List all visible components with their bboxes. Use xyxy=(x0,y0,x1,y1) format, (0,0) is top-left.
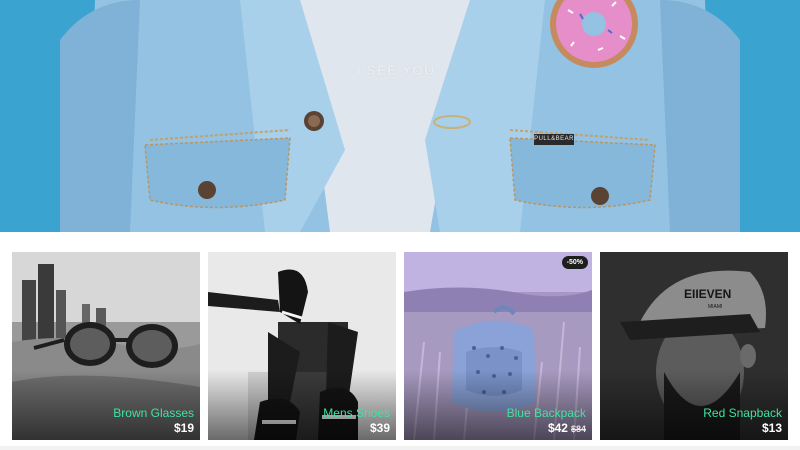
product-price: $19 xyxy=(173,421,194,435)
product-price: $39 xyxy=(369,421,390,435)
product-name[interactable]: Blue Backpack xyxy=(507,406,586,420)
svg-text:EIIEVEN: EIIEVEN xyxy=(684,287,731,301)
product-price-row: $39 xyxy=(370,421,390,435)
product-card-blue-backpack[interactable]: -50% Blue Backpack $42 $84 xyxy=(404,252,592,440)
product-name[interactable]: Mens Shoes xyxy=(323,406,390,420)
product-card-mens-shoes[interactable]: Mens Shoes $39 xyxy=(208,252,396,440)
product-price: $42 xyxy=(547,421,568,435)
product-old-price: $84 xyxy=(570,424,586,434)
product-card-red-snapback[interactable]: EIIEVEN MIAMI Red Snapback $13 xyxy=(600,252,788,440)
product-card-brown-glasses[interactable]: Brown Glasses $19 xyxy=(12,252,200,440)
next-row-edge xyxy=(0,446,800,450)
product-price: $13 xyxy=(761,421,782,435)
hero-banner: I SEE YOU PULL&BEAR xyxy=(0,0,800,232)
product-name[interactable]: Red Snapback xyxy=(703,406,782,420)
product-name[interactable]: Brown Glasses xyxy=(113,406,194,420)
product-price-row: $42 $84 xyxy=(548,421,586,435)
hero-image xyxy=(0,0,800,232)
product-grid: Brown Glasses $19 Mens Shoes $39 -50% Bl… xyxy=(0,252,800,450)
sale-badge: -50% xyxy=(561,256,588,269)
product-price-row: $19 xyxy=(174,421,194,435)
shirt-print-text: I SEE YOU xyxy=(356,62,436,78)
svg-text:MIAMI: MIAMI xyxy=(708,304,722,310)
product-price-row: $13 xyxy=(762,421,782,435)
brand-tag-text: PULL&BEAR xyxy=(534,136,574,142)
